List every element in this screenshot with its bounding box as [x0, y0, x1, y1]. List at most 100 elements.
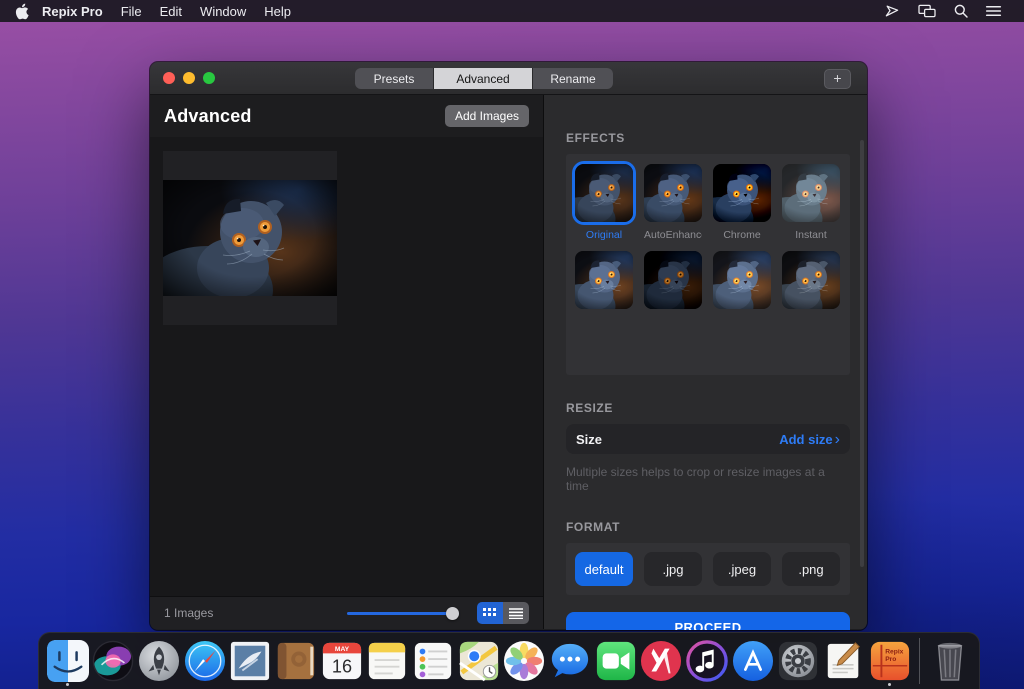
format-option-jpeg[interactable]: .jpeg — [713, 552, 771, 586]
dock-item-textedit[interactable] — [822, 635, 866, 687]
dock-item-news[interactable] — [640, 635, 684, 687]
contacts-icon — [275, 640, 317, 682]
effect-thumb-image — [782, 164, 840, 222]
effect-label: Chrome — [713, 229, 771, 241]
close-button[interactable] — [163, 72, 175, 84]
safari-icon — [184, 640, 226, 682]
thumbnail-size-slider[interactable] — [347, 607, 459, 620]
effect-label: Instant — [782, 229, 840, 241]
flag-icon[interactable] — [875, 3, 909, 19]
add-size-button[interactable]: Add size › — [779, 432, 840, 447]
effect-thumb-image — [644, 164, 702, 222]
dock-item-maps[interactable] — [457, 635, 501, 687]
dock-item-safari[interactable] — [183, 635, 227, 687]
format-option-jpg[interactable]: .jpg — [644, 552, 702, 586]
dock-item-calendar[interactable]: MAY 16 — [320, 635, 364, 687]
effect-thumb-8[interactable] — [782, 251, 840, 309]
effect-label: Original — [575, 229, 633, 241]
dock-item-siri[interactable] — [92, 635, 136, 687]
window-controls — [163, 72, 215, 84]
title-bar[interactable]: Presets Advanced Rename + — [150, 62, 867, 95]
menu-item-window[interactable]: Window — [191, 4, 255, 19]
app-store-icon — [732, 640, 774, 682]
dock-item-contacts[interactable] — [274, 635, 318, 687]
tab-presets[interactable]: Presets — [355, 68, 433, 89]
effect-thumb-image — [782, 251, 840, 309]
proceed-button[interactable]: PROCEED — [566, 612, 850, 630]
dock-item-trash[interactable] — [928, 635, 972, 687]
list-view-button[interactable] — [503, 602, 529, 624]
calendar-month: MAY — [335, 646, 350, 653]
grid-view-button[interactable] — [477, 602, 503, 624]
maps-icon — [458, 640, 500, 682]
images-panel: Advanced Add Images 1 Images — [150, 95, 544, 629]
resize-hint-text: Multiple sizes helps to crop or resize i… — [566, 465, 850, 493]
dock-item-messages[interactable] — [548, 635, 592, 687]
scrollbar[interactable] — [860, 140, 864, 567]
menu-item-edit[interactable]: Edit — [151, 4, 191, 19]
dock-item-photos[interactable] — [503, 635, 547, 687]
dock-item-itunes[interactable] — [685, 635, 729, 687]
tab-advanced[interactable]: Advanced — [434, 68, 532, 89]
dock-item-launchpad[interactable] — [137, 635, 181, 687]
trash-icon — [930, 640, 970, 682]
dock: MAY 16 — [38, 632, 980, 689]
image-grid[interactable] — [150, 137, 543, 596]
zoom-button[interactable] — [203, 72, 215, 84]
image-thumbnail-cat[interactable] — [163, 151, 337, 325]
effects-grid: Original AutoEnhance Chrome Instant — [575, 164, 841, 309]
apple-menu-icon[interactable] — [14, 3, 29, 20]
effect-thumb-image — [644, 251, 702, 309]
grid-view-icon — [483, 608, 498, 619]
messages-icon — [549, 640, 591, 682]
slider-thumb[interactable] — [446, 607, 459, 620]
add-tab-button[interactable]: + — [824, 69, 851, 89]
minimize-button[interactable] — [183, 72, 195, 84]
effect-label: AutoEnhance — [644, 229, 702, 241]
effect-thumb-image — [575, 164, 633, 222]
effect-thumb-5[interactable] — [575, 251, 633, 309]
effect-chrome[interactable]: Chrome — [713, 164, 771, 251]
dock-item-app-store[interactable] — [731, 635, 775, 687]
add-images-button[interactable]: Add Images — [445, 105, 529, 127]
effect-thumb-image — [713, 251, 771, 309]
tab-rename[interactable]: Rename — [533, 68, 613, 89]
dock-item-notes[interactable] — [366, 635, 410, 687]
system-preferences-icon — [777, 640, 819, 682]
notes-icon — [366, 640, 408, 682]
dock-item-mail[interactable] — [229, 635, 273, 687]
dock-item-repix-pro[interactable]: Repix Pro — [868, 635, 912, 687]
repix-icon-label-1: Repix — [885, 648, 903, 655]
effect-instant[interactable]: Instant — [782, 164, 840, 251]
dock-item-facetime[interactable] — [594, 635, 638, 687]
effect-autoenhance[interactable]: AutoEnhance — [644, 164, 702, 251]
search-icon[interactable] — [945, 3, 977, 19]
cat-photo — [163, 180, 337, 296]
menu-app-name[interactable]: Repix Pro — [33, 4, 112, 19]
repix-icon-label-2: Pro — [885, 656, 896, 663]
displays-icon[interactable] — [909, 3, 945, 19]
images-panel-footer: 1 Images — [150, 596, 543, 629]
itunes-icon — [686, 640, 728, 682]
slider-track[interactable] — [347, 612, 459, 615]
effects-section-title: EFFECTS — [566, 131, 850, 145]
mode-tabs: Presets Advanced Rename — [355, 68, 613, 89]
effect-thumb-6[interactable] — [644, 251, 702, 309]
size-row[interactable]: Size Add size › — [566, 424, 850, 454]
format-option-png[interactable]: .png — [782, 552, 840, 586]
page-title: Advanced — [164, 106, 252, 127]
format-option-default[interactable]: default — [575, 552, 633, 586]
menu-item-file[interactable]: File — [112, 4, 151, 19]
dock-item-reminders[interactable] — [411, 635, 455, 687]
menu-bar: Repix Pro File Edit Window Help — [0, 0, 1024, 22]
effect-original[interactable]: Original — [575, 164, 633, 251]
dock-item-finder[interactable] — [46, 635, 90, 687]
menu-item-help[interactable]: Help — [255, 4, 300, 19]
effect-thumb-7[interactable] — [713, 251, 771, 309]
window-content: Advanced Add Images 1 Images — [150, 95, 867, 629]
dock-item-system-preferences[interactable] — [777, 635, 821, 687]
dock-separator — [919, 638, 920, 684]
news-icon — [640, 640, 682, 682]
format-card: default .jpg .jpeg .png — [566, 543, 850, 595]
list-icon[interactable] — [977, 4, 1010, 18]
